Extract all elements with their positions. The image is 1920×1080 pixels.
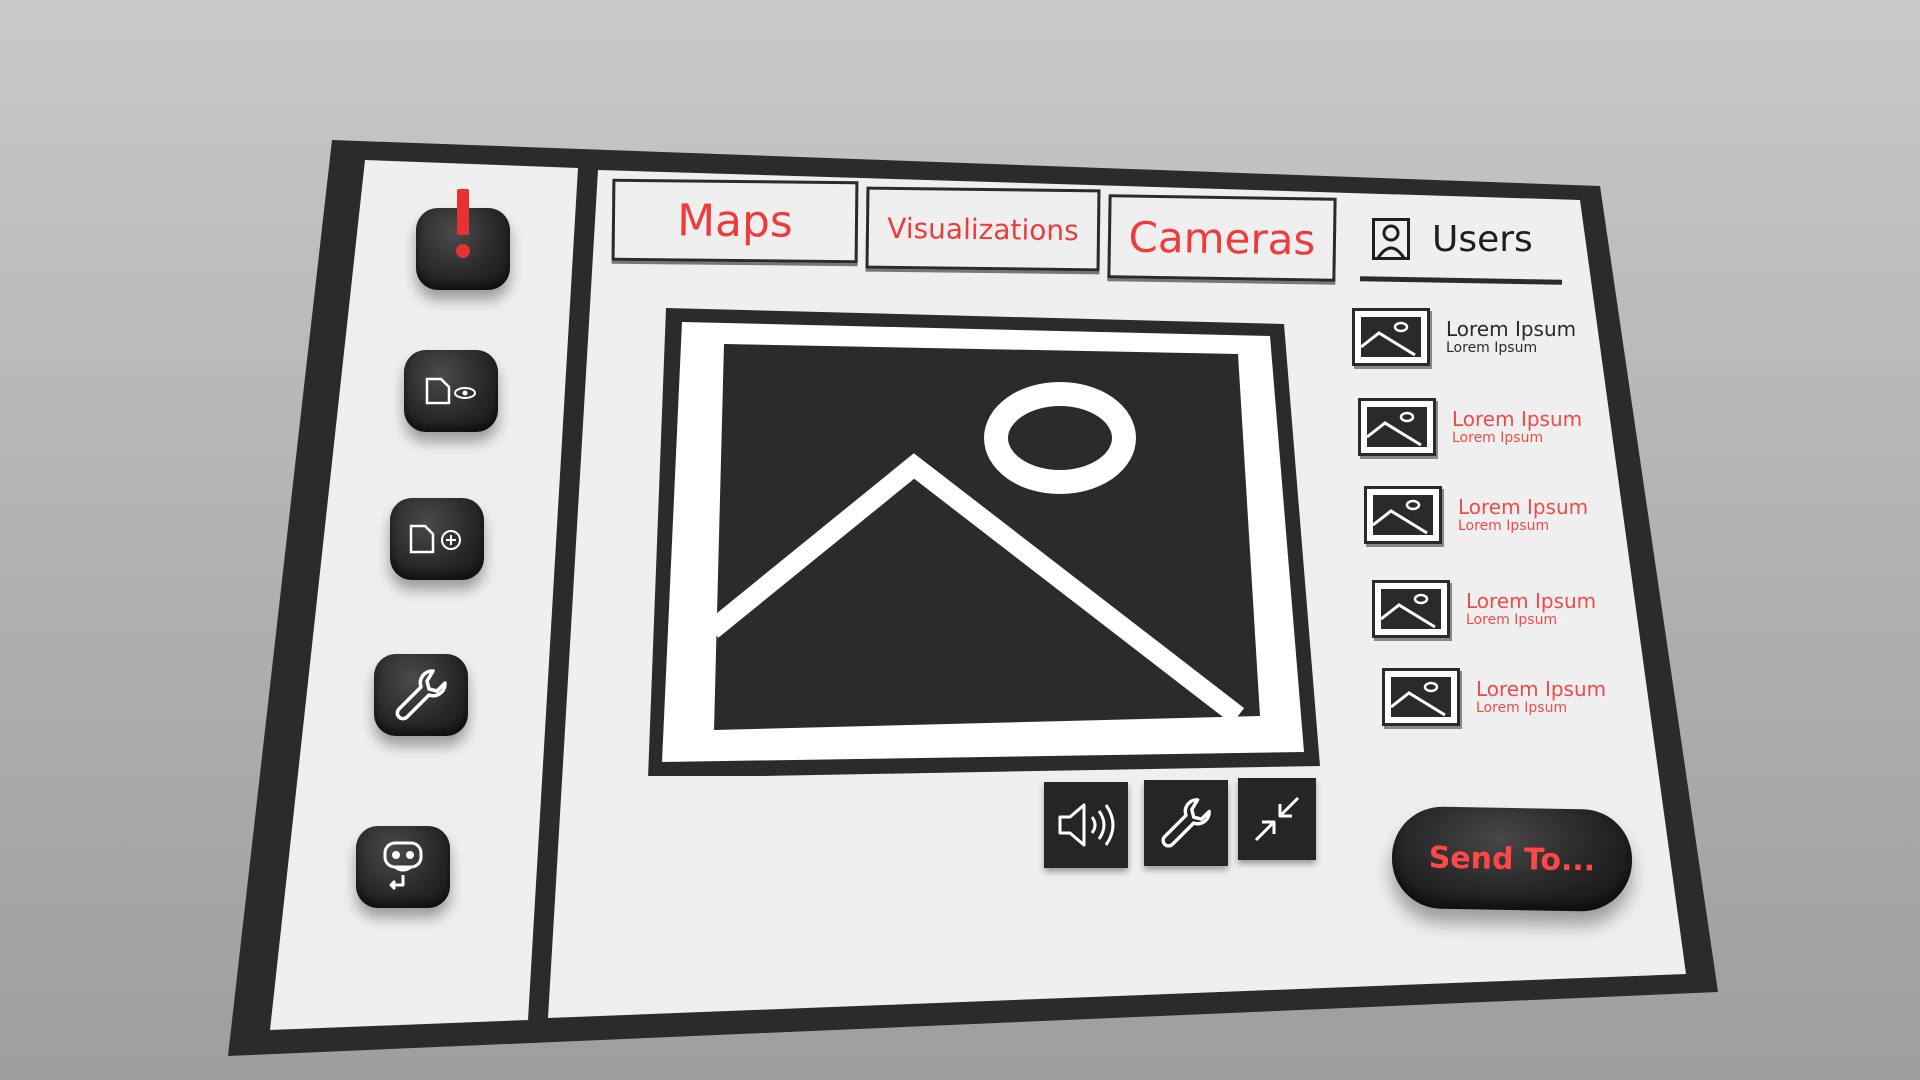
wrench-icon bbox=[395, 669, 447, 721]
tab-visualizations[interactable]: Visualizations bbox=[865, 186, 1101, 272]
file-view-button[interactable] bbox=[404, 350, 498, 432]
image-icon bbox=[1382, 668, 1460, 726]
tab-maps[interactable]: Maps bbox=[611, 178, 859, 264]
image-icon bbox=[1358, 398, 1436, 456]
user-icon bbox=[1372, 218, 1410, 260]
list-item-title: Lorem Ipsum bbox=[1446, 316, 1577, 341]
image-icon bbox=[1364, 486, 1442, 544]
list-item-title: Lorem Ipsum bbox=[1458, 494, 1589, 519]
send-to-button[interactable]: Send To... bbox=[1391, 805, 1633, 913]
image-icon bbox=[1352, 308, 1430, 366]
list-item-subtitle: Lorem Ipsum bbox=[1458, 517, 1550, 534]
list-item[interactable]: Lorem Ipsum Lorem Ipsum bbox=[1382, 668, 1606, 726]
remote-support-icon bbox=[383, 841, 423, 891]
volume-icon bbox=[1058, 803, 1115, 847]
alert-button[interactable] bbox=[416, 189, 510, 290]
tab-maps-label: Maps bbox=[676, 194, 794, 248]
volume-button[interactable] bbox=[1044, 782, 1128, 868]
file-add-button[interactable] bbox=[390, 498, 484, 580]
settings-button[interactable] bbox=[374, 654, 468, 736]
list-item-subtitle: Lorem Ipsum bbox=[1476, 699, 1568, 716]
tab-visualizations-label: Visualizations bbox=[887, 211, 1079, 247]
image-icon bbox=[1372, 580, 1450, 638]
list-item[interactable]: Lorem Ipsum Lorem Ipsum bbox=[1352, 308, 1576, 366]
list-item[interactable]: Lorem Ipsum Lorem Ipsum bbox=[1358, 398, 1582, 456]
list-item-subtitle: Lorem Ipsum bbox=[1446, 339, 1538, 356]
tab-cameras-label: Cameras bbox=[1128, 212, 1316, 264]
list-item[interactable]: Lorem Ipsum Lorem Ipsum bbox=[1364, 486, 1588, 544]
tab-users[interactable]: Users bbox=[1372, 218, 1533, 260]
file-add-icon bbox=[409, 524, 461, 554]
list-item-title: Lorem Ipsum bbox=[1476, 676, 1607, 701]
list-item[interactable]: Lorem Ipsum Lorem Ipsum bbox=[1372, 580, 1596, 638]
alert-icon bbox=[456, 189, 470, 258]
remote-support-button[interactable] bbox=[356, 826, 450, 908]
image-preview[interactable] bbox=[648, 306, 1320, 778]
file-view-icon bbox=[425, 377, 476, 405]
list-item-subtitle: Lorem Ipsum bbox=[1466, 611, 1558, 628]
list-item-title: Lorem Ipsum bbox=[1452, 406, 1583, 431]
send-to-label: Send To... bbox=[1428, 840, 1596, 878]
tab-cameras[interactable]: Cameras bbox=[1107, 194, 1337, 282]
collapse-button[interactable] bbox=[1238, 778, 1316, 860]
list-item-title: Lorem Ipsum bbox=[1466, 588, 1597, 613]
list-item-subtitle: Lorem Ipsum bbox=[1452, 429, 1544, 446]
collapse-icon bbox=[1254, 796, 1300, 842]
toolbar-settings-button[interactable] bbox=[1144, 780, 1228, 866]
wrench-icon bbox=[1161, 798, 1211, 848]
tab-users-label: Users bbox=[1432, 218, 1533, 260]
